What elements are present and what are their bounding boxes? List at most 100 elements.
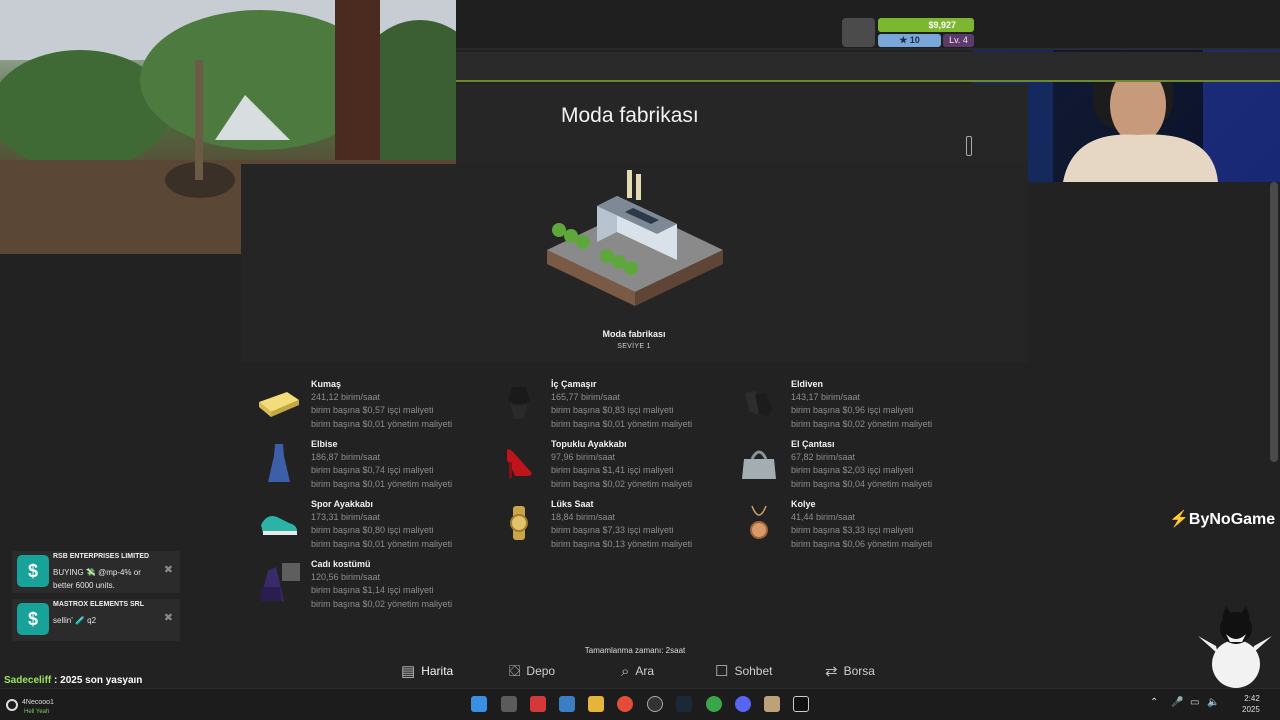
product-admin-cost: birim başına $0,02 yönetim maliyeti bbox=[311, 599, 453, 609]
chevron-up-icon[interactable]: ⌃ bbox=[1150, 697, 1158, 708]
nav-exchange[interactable]: ⇄ Borsa bbox=[825, 656, 875, 686]
sneaker-icon bbox=[255, 501, 303, 545]
warehouse-icon: ⛋ bbox=[509, 662, 521, 680]
product-item-spor-ayakkabi[interactable]: Spor Ayakkabı 173,31 birim/saat birim ba… bbox=[255, 499, 485, 555]
discord-icon[interactable] bbox=[735, 696, 751, 712]
close-icon[interactable]: ✖ bbox=[164, 611, 173, 624]
gloves-icon bbox=[735, 381, 783, 425]
windows-start-icon[interactable] bbox=[471, 696, 487, 712]
stars-badge: ★ 10 bbox=[878, 34, 941, 47]
stream-chat-message: Sadeceliff : 2025 son yasyaın bbox=[4, 675, 142, 686]
product-item-luks-saat[interactable]: Lüks Saat 18,84 birim/saat birim başına … bbox=[495, 499, 725, 555]
product-item-cadi-kostumu[interactable]: Cadı kostümü 120,56 birim/saat birim baş… bbox=[255, 559, 485, 615]
product-admin-cost: birim başına $0,13 yönetim maliyeti bbox=[551, 539, 693, 549]
product-labor-cost: birim başına $2,03 işçi maliyeti bbox=[791, 465, 914, 475]
dollar-icon: $ bbox=[17, 555, 49, 587]
steam-icon[interactable] bbox=[676, 696, 692, 712]
product-rate: 41,44 birim/saat bbox=[791, 512, 856, 522]
nav-search-label: Ara bbox=[635, 664, 655, 678]
app-icon[interactable] bbox=[764, 696, 780, 712]
chat-text: : 2025 son yasyaın bbox=[51, 675, 143, 686]
notification-card[interactable]: $ RSB ENTERPRISES LIMITED BUYING 💸 @mp-4… bbox=[12, 551, 180, 593]
necklace-icon bbox=[735, 501, 783, 545]
photos-icon[interactable] bbox=[559, 696, 575, 712]
product-item-kumas[interactable]: Kumaş 241,12 birim/saat birim başına $0,… bbox=[255, 379, 485, 435]
product-labor-cost: birim başına $0,80 işçi maliyeti bbox=[311, 525, 434, 535]
product-name: Kumaş bbox=[311, 379, 342, 389]
product-name: Cadı kostümü bbox=[311, 559, 371, 569]
nav-exchange-label: Borsa bbox=[843, 664, 875, 678]
product-admin-cost: birim başına $0,01 yönetim maliyeti bbox=[551, 419, 693, 429]
product-item-elbise[interactable]: Elbise 186,87 birim/saat birim başına $0… bbox=[255, 439, 485, 495]
brand-text: ByNoGame bbox=[1188, 511, 1276, 528]
notification-title: MASTROX ELEMENTS SRL bbox=[53, 601, 145, 608]
product-item-topuklu-ayakkabi[interactable]: Topuklu Ayakkabı 97,96 birim/saat birim … bbox=[495, 439, 725, 495]
folder-icon[interactable] bbox=[588, 696, 604, 712]
product-rate: 97,96 birim/saat bbox=[551, 452, 616, 462]
product-name: Topuklu Ayakkabı bbox=[551, 439, 627, 449]
product-admin-cost: birim başına $0,01 yönetim maliyeti bbox=[311, 479, 453, 489]
chrome-profile-icon[interactable] bbox=[706, 696, 722, 712]
cat-overlay bbox=[1198, 606, 1272, 688]
company-avatar[interactable] bbox=[842, 18, 875, 47]
brand-mark-icon: ⚡ bbox=[1169, 511, 1189, 528]
header-panel bbox=[456, 84, 1028, 164]
clock-year: 2025 bbox=[1242, 705, 1260, 714]
dollar-icon: $ bbox=[17, 603, 49, 635]
level-badge: Lv. 4 bbox=[943, 34, 974, 47]
fabric-icon bbox=[255, 381, 303, 425]
product-item-el-cantasi[interactable]: El Çantası 67,82 birim/saat birim başına… bbox=[735, 439, 965, 495]
github-icon[interactable] bbox=[647, 696, 663, 712]
product-labor-cost: birim başına $1,41 işçi maliyeti bbox=[551, 465, 674, 475]
product-rate: 120,56 birim/saat bbox=[311, 572, 381, 582]
product-rate: 165,77 birim/saat bbox=[551, 392, 621, 402]
notification-card[interactable]: $ MASTROX ELEMENTS SRL sellin' 🧪 q2 ✖ bbox=[12, 599, 180, 641]
taskbar-clock[interactable]: 2:42 2025 bbox=[1242, 693, 1260, 715]
sub-bar bbox=[456, 52, 1280, 82]
close-icon[interactable]: ✖ bbox=[164, 563, 173, 576]
product-item-eldiven[interactable]: Eldiven 143,17 birim/saat birim başına $… bbox=[735, 379, 965, 435]
product-name: Spor Ayakkabı bbox=[311, 499, 373, 509]
factory-illustration bbox=[547, 170, 723, 306]
notification-title: RSB ENTERPRISES LIMITED bbox=[53, 553, 150, 560]
nav-warehouse[interactable]: ⛋ Depo bbox=[509, 656, 555, 686]
product-rate: 241,12 birim/saat bbox=[311, 392, 381, 402]
product-name: Lüks Saat bbox=[551, 499, 594, 509]
side-panel-handle[interactable] bbox=[966, 136, 972, 156]
star-icon: ★ bbox=[899, 35, 908, 45]
network-icon[interactable]: ▭ bbox=[1190, 697, 1199, 708]
product-rate: 186,87 birim/saat bbox=[311, 452, 381, 462]
scrollbar[interactable] bbox=[1270, 182, 1278, 462]
clock-time: 2:42 bbox=[1244, 694, 1260, 703]
speaker-icon[interactable]: 🔈 bbox=[1207, 697, 1219, 708]
task-view-icon[interactable] bbox=[501, 696, 517, 712]
product-admin-cost: birim başına $0,04 yönetim maliyeti bbox=[791, 479, 933, 489]
building-name: Moda fabrikası bbox=[602, 329, 666, 339]
product-labor-cost: birim başına $0,74 işçi maliyeti bbox=[311, 465, 434, 475]
product-admin-cost: birim başına $0,01 yönetim maliyeti bbox=[311, 419, 453, 429]
product-labor-cost: birim başına $3,33 işçi maliyeti bbox=[791, 525, 914, 535]
notification-text: sellin' 🧪 q2 bbox=[53, 616, 97, 625]
taskbar-subtext: Hell Yeah bbox=[24, 709, 50, 715]
taskbar-username: 4Necooo1 bbox=[22, 699, 54, 706]
chat-icon: ☐ bbox=[715, 663, 729, 680]
chrome-icon[interactable] bbox=[617, 696, 633, 712]
nav-search[interactable]: ⌕ Ara bbox=[621, 656, 654, 686]
nav-chat[interactable]: ☐ Sohbet bbox=[715, 656, 773, 686]
app-icon[interactable] bbox=[530, 696, 546, 712]
product-rate: 173,31 birim/saat bbox=[311, 512, 381, 522]
stream-status-icon bbox=[6, 699, 18, 711]
microphone-icon[interactable]: 🎤 bbox=[1171, 697, 1183, 708]
nav-map[interactable]: ▤ Harita bbox=[401, 656, 453, 686]
product-item-kolye[interactable]: Kolye 41,44 birim/saat birim başına $3,3… bbox=[735, 499, 965, 555]
product-item-ic-camasir[interactable]: İç Çamaşır 165,77 birim/saat birim başın… bbox=[495, 379, 725, 435]
handbag-icon bbox=[735, 441, 783, 485]
product-name: Elbise bbox=[311, 439, 338, 449]
product-admin-cost: birim başına $0,02 yönetim maliyeti bbox=[791, 419, 933, 429]
product-rate: 18,84 birim/saat bbox=[551, 512, 616, 522]
windows-taskbar bbox=[0, 688, 1280, 720]
brand-logo: ⚡ByNoGame bbox=[1169, 509, 1275, 529]
product-labor-cost: birim başına $0,96 işçi maliyeti bbox=[791, 405, 914, 415]
terminal-icon[interactable] bbox=[793, 696, 809, 712]
exchange-icon: ⇄ bbox=[825, 663, 838, 680]
